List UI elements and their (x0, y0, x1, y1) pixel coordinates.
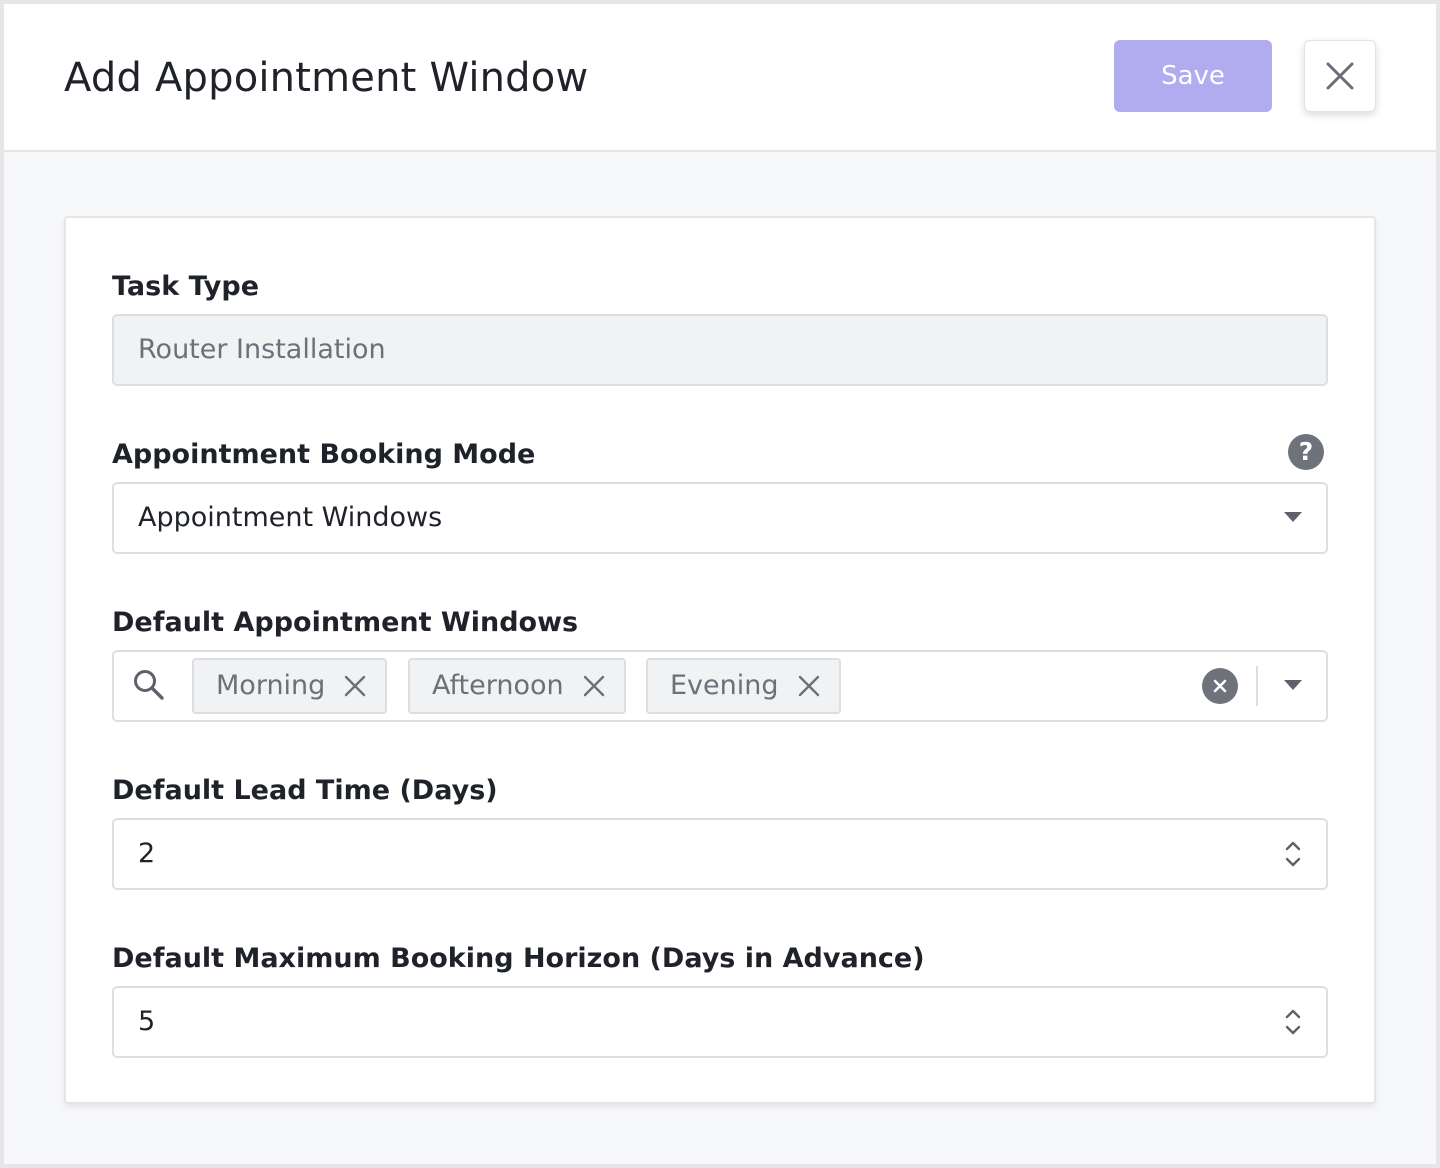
close-icon (1326, 62, 1354, 90)
booking-horizon-value: 5 (138, 1006, 156, 1037)
close-icon (583, 675, 604, 697)
close-icon (345, 675, 366, 697)
clear-icon (1213, 679, 1227, 693)
booking-mode-label: Appointment Booking Mode (112, 439, 536, 470)
lead-time-label: Default Lead Time (Days) (112, 775, 498, 806)
chevron-down-icon (1284, 512, 1302, 522)
booking-mode-value: Appointment Windows (138, 502, 443, 533)
save-button[interactable]: Save (1114, 40, 1272, 112)
stepper-icon[interactable] (1284, 838, 1302, 870)
stepper-icon[interactable] (1284, 1006, 1302, 1038)
divider (1256, 666, 1258, 706)
chip-evening: Evening (646, 658, 841, 714)
lead-time-input[interactable]: 2 (112, 818, 1328, 890)
chip-remove-button[interactable] (789, 660, 829, 712)
modal-header: Add Appointment Window Save (4, 4, 1436, 152)
booking-mode-select[interactable]: Appointment Windows (112, 482, 1328, 554)
default-windows-multiselect[interactable]: Morning Afternoon Evening (112, 650, 1328, 722)
close-icon (798, 675, 819, 697)
lead-time-value: 2 (138, 838, 156, 869)
clear-all-button[interactable] (1202, 668, 1238, 704)
chip-label: Afternoon (432, 670, 564, 701)
form-card: Task Type Router Installation Appointmen… (64, 216, 1376, 1104)
task-type-field: Router Installation (112, 314, 1328, 386)
booking-horizon-input[interactable]: 5 (112, 986, 1328, 1058)
chip-afternoon: Afternoon (408, 658, 626, 714)
chip-morning: Morning (192, 658, 388, 714)
help-icon[interactable]: ? (1288, 434, 1324, 470)
chip-label: Morning (216, 670, 326, 701)
task-type-label: Task Type (112, 271, 260, 302)
chevron-down-icon[interactable] (1284, 680, 1302, 690)
search-icon (134, 670, 164, 700)
default-windows-label: Default Appointment Windows (112, 607, 579, 638)
chip-label: Evening (670, 670, 779, 701)
page-title: Add Appointment Window (64, 55, 589, 101)
chip-remove-button[interactable] (335, 660, 375, 712)
chip-remove-button[interactable] (574, 660, 614, 712)
booking-horizon-label: Default Maximum Booking Horizon (Days in… (112, 943, 925, 974)
close-button[interactable] (1304, 40, 1376, 112)
task-type-value: Router Installation (138, 334, 386, 365)
modal: Add Appointment Window Save Task Type Ro… (4, 4, 1436, 1164)
